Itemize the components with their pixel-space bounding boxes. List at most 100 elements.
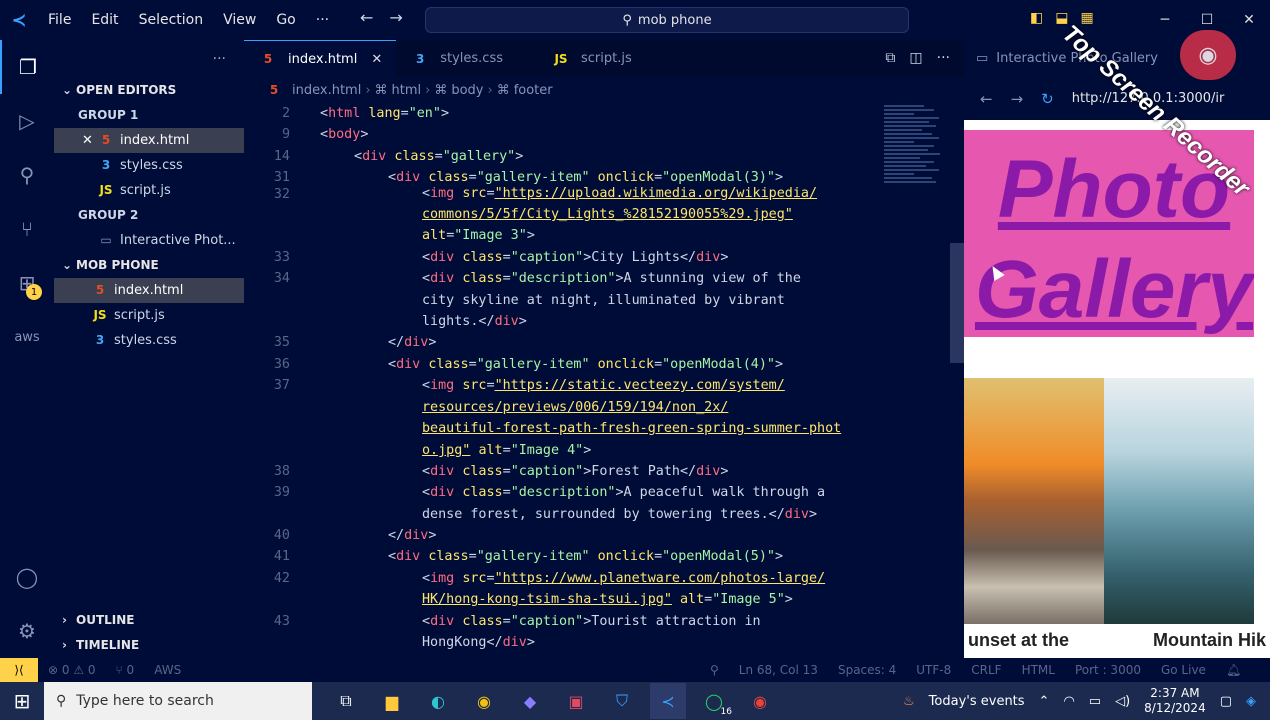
- open-preview-icon[interactable]: ⧉: [885, 50, 895, 66]
- settings-gear-icon[interactable]: ⚙: [0, 604, 54, 658]
- minimap[interactable]: [884, 103, 946, 303]
- whatsapp-icon[interactable]: ◯ 16: [696, 683, 732, 719]
- run-debug-icon[interactable]: ▷: [0, 94, 54, 148]
- ports-status[interactable]: ⑂ 0: [106, 663, 145, 677]
- encoding[interactable]: UTF-8: [906, 663, 961, 677]
- project-file-styles-css[interactable]: 3 styles.css: [54, 328, 244, 353]
- bell-icon[interactable]: 🔔︎: [1216, 663, 1251, 677]
- cursor-position[interactable]: Ln 68, Col 13: [729, 663, 828, 677]
- file-label: index.html: [120, 133, 190, 148]
- split-editor-icon[interactable]: ◫: [909, 50, 922, 66]
- tab-script-js[interactable]: JS script.js: [537, 40, 666, 77]
- sidebar-more-icon[interactable]: ···: [54, 40, 244, 78]
- breadcrumb-item[interactable]: body: [451, 83, 483, 98]
- file-label: script.js: [120, 183, 171, 198]
- close-window-icon[interactable]: ✕: [1228, 0, 1270, 40]
- open-editor-index-html[interactable]: ✕ 5 index.html: [54, 128, 244, 153]
- edge-icon[interactable]: ◐: [420, 683, 456, 719]
- code-line: <div class="caption">City Lights</div>: [422, 250, 729, 265]
- project-file-script-js[interactable]: JS script.js: [54, 303, 244, 328]
- problems-status[interactable]: ⊗ 0 ⚠ 0: [38, 663, 106, 677]
- language-mode[interactable]: HTML: [1012, 663, 1065, 677]
- open-editor-script-js[interactable]: JS script.js: [54, 178, 244, 203]
- todays-events[interactable]: Today's events: [929, 694, 1025, 709]
- windows-start-icon[interactable]: ⊞: [0, 682, 44, 720]
- search-text: mob phone: [637, 12, 712, 28]
- copilot-icon[interactable]: ◈: [1246, 694, 1256, 709]
- taskbar-search[interactable]: ⚲ Type here to search: [44, 682, 312, 720]
- clock-date: 8/12/2024: [1144, 701, 1206, 715]
- network-icon[interactable]: ◠: [1063, 694, 1074, 709]
- menu-selection[interactable]: Selection: [129, 0, 214, 40]
- port-status[interactable]: Port : 3000: [1065, 663, 1151, 677]
- line-ending[interactable]: CRLF: [961, 663, 1011, 677]
- tab-styles-css[interactable]: 3 styles.css: [396, 40, 537, 77]
- notifications-icon[interactable]: ▢: [1220, 694, 1232, 709]
- toggle-sidebar-icon[interactable]: ◧: [1030, 10, 1043, 26]
- recorder-app-icon[interactable]: ▣: [558, 683, 594, 719]
- volume-icon[interactable]: ◁): [1115, 694, 1130, 709]
- task-view-icon[interactable]: ⧉: [328, 683, 364, 719]
- defender-icon[interactable]: ⛉: [604, 683, 640, 719]
- aws-icon[interactable]: aws: [0, 310, 54, 364]
- indentation[interactable]: Spaces: 4: [828, 663, 906, 677]
- project-file-index-html[interactable]: 5 index.html: [54, 278, 244, 303]
- code-line: beautiful-forest-path-fresh-green-spring…: [422, 421, 842, 436]
- open-editor-browser-preview[interactable]: ▭ Interactive Phot...: [54, 228, 244, 253]
- chrome-icon[interactable]: ◉: [466, 683, 502, 719]
- go-live-button[interactable]: Go Live: [1151, 663, 1216, 677]
- browser-page[interactable]: Photo Gallery unset at the Mountain Hik: [964, 120, 1270, 658]
- explorer-icon[interactable]: ❐: [0, 40, 54, 94]
- menu-file[interactable]: File: [38, 0, 81, 40]
- code-editor[interactable]: 2 <html lang="en"> 9 <body> 14 <div clas…: [244, 103, 944, 658]
- nav-arrows: ← →: [360, 8, 403, 27]
- breadcrumb-separator: ›: [425, 82, 431, 98]
- forward-arrow-icon[interactable]: →: [389, 8, 402, 27]
- remote-icon[interactable]: ⟩⟨: [0, 658, 38, 682]
- aws-status[interactable]: AWS: [144, 663, 191, 677]
- menu-more[interactable]: ···: [306, 0, 339, 40]
- browser-back-icon[interactable]: ←: [980, 90, 993, 108]
- command-center-search[interactable]: ⚲ mob phone: [425, 7, 909, 33]
- menu-go[interactable]: Go: [266, 0, 305, 40]
- battery-icon[interactable]: ▭: [1089, 694, 1101, 709]
- editor-scrollbar[interactable]: [950, 243, 964, 363]
- breadcrumb-item[interactable]: index.html: [292, 83, 361, 98]
- minimize-icon[interactable]: ─: [1144, 0, 1186, 40]
- vscode-taskbar-icon[interactable]: ≺: [650, 683, 686, 719]
- tab-index-html[interactable]: 5 index.html ✕: [244, 40, 397, 77]
- source-control-icon[interactable]: ⑂: [0, 202, 54, 256]
- close-tab-icon[interactable]: ✕: [371, 52, 382, 67]
- file-explorer-icon[interactable]: ▆: [374, 683, 410, 719]
- extensions-icon[interactable]: ⊞ 1: [0, 256, 54, 310]
- tag-icon: ⌘: [434, 82, 448, 98]
- account-icon[interactable]: ◯: [0, 550, 54, 604]
- js-file-icon: JS: [99, 183, 113, 197]
- browser-forward-icon[interactable]: →: [1011, 90, 1024, 108]
- breadcrumb-item[interactable]: html: [392, 83, 422, 98]
- sunset-photo[interactable]: [964, 378, 1104, 624]
- search-icon[interactable]: ⚲: [0, 148, 54, 202]
- app-icon[interactable]: ◆: [512, 683, 548, 719]
- tray-chevron-icon[interactable]: ⌃: [1039, 694, 1050, 709]
- close-icon[interactable]: ✕: [82, 128, 96, 153]
- browser-reload-icon[interactable]: ↻: [1041, 90, 1054, 108]
- project-section[interactable]: ⌄ MOB PHONE: [54, 253, 244, 278]
- menu-view[interactable]: View: [213, 0, 266, 40]
- open-editor-styles-css[interactable]: 3 styles.css: [54, 153, 244, 178]
- zoom-icon[interactable]: ⚲: [700, 663, 729, 677]
- breadcrumb-item[interactable]: footer: [514, 83, 553, 98]
- more-actions-icon[interactable]: ···: [937, 50, 950, 66]
- customize-layout-icon[interactable]: ▦: [1080, 10, 1093, 26]
- back-arrow-icon[interactable]: ←: [360, 8, 373, 27]
- mountain-photo[interactable]: [1104, 378, 1254, 624]
- chevron-right-icon: ›: [62, 638, 67, 652]
- code-line: resources/previews/006/159/194/non_2x/: [422, 400, 729, 415]
- clock[interactable]: 2:37 AM 8/12/2024: [1144, 686, 1206, 716]
- open-editors-section[interactable]: ⌄ OPEN EDITORS: [54, 78, 244, 103]
- outline-section[interactable]: › OUTLINE: [54, 608, 244, 633]
- toggle-panel-icon[interactable]: ⬓: [1055, 10, 1068, 26]
- chrome-profile-icon[interactable]: ◉: [742, 683, 778, 719]
- timeline-section[interactable]: › TIMELINE: [54, 633, 244, 658]
- menu-edit[interactable]: Edit: [81, 0, 128, 40]
